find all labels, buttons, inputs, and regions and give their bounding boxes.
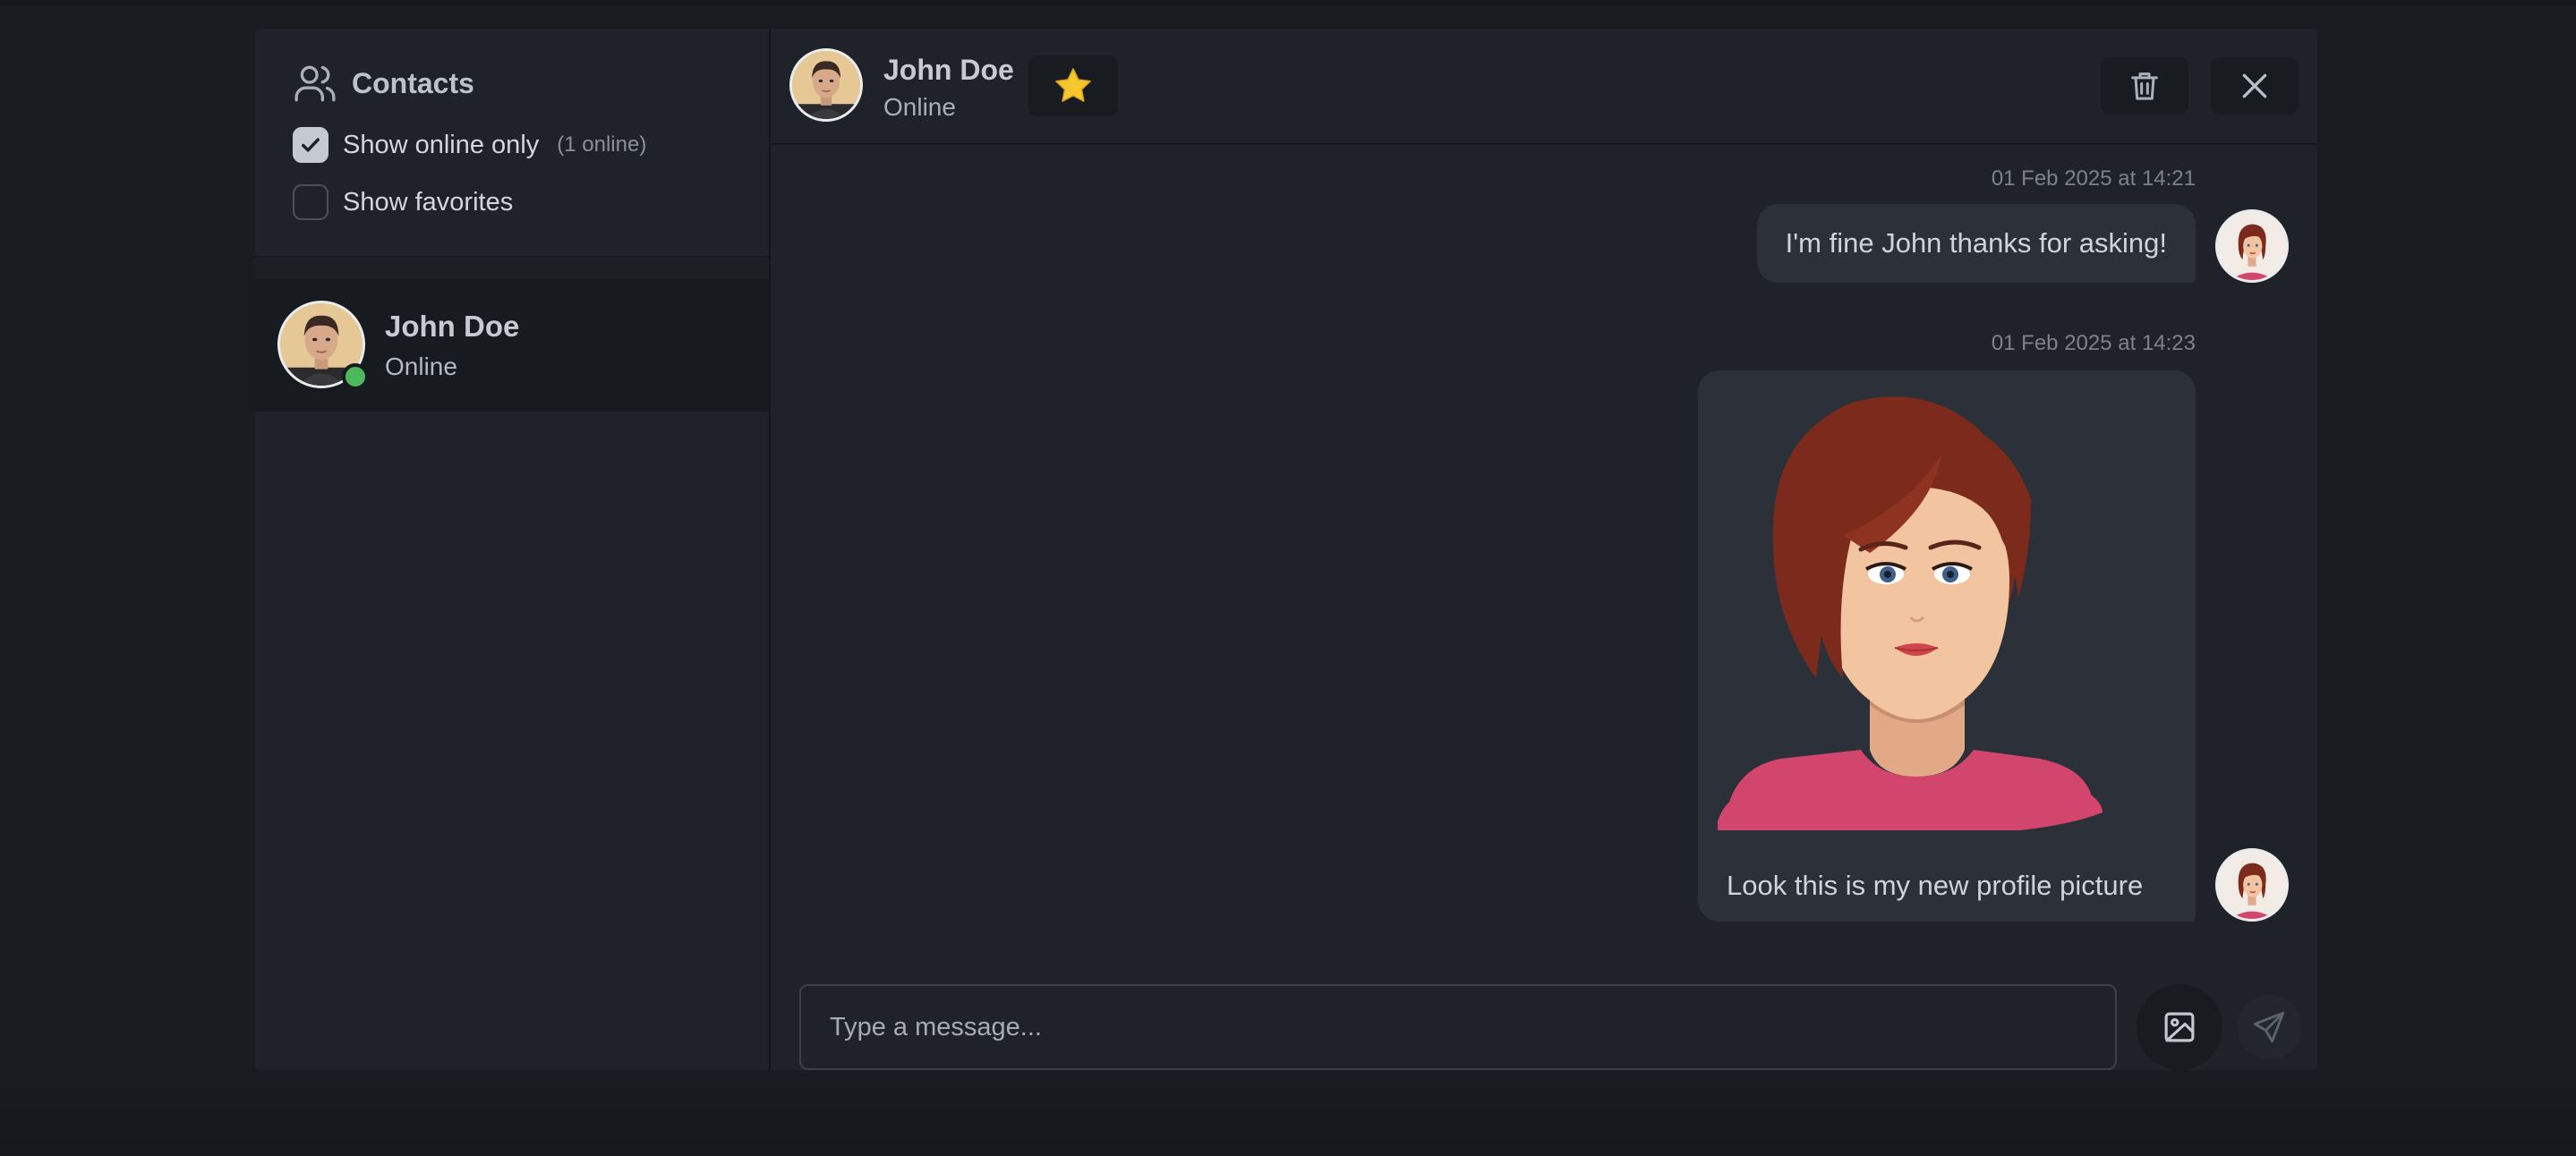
checkmark-icon — [302, 138, 320, 152]
image-icon — [2164, 1012, 2195, 1042]
contacts-title-text: Contacts — [352, 66, 474, 99]
chat-header-avatar — [789, 48, 863, 122]
chat-contact-status: Online — [883, 93, 956, 121]
contacts-header: Contacts Show online only (1 online) Sho… — [255, 29, 769, 258]
delete-chat-button[interactable] — [2101, 57, 2188, 115]
chat-app-window: Contacts Show online only (1 online) Sho… — [255, 29, 2317, 1070]
message-text: I'm fine John thanks for asking! — [1785, 227, 2167, 259]
attach-image-button[interactable] — [2137, 984, 2222, 1070]
message-input[interactable] — [799, 984, 2117, 1070]
online-count: (1 online) — [557, 132, 647, 157]
online-indicator — [342, 363, 369, 390]
star-icon — [1055, 68, 1091, 102]
sender-avatar — [2215, 209, 2289, 283]
show-online-only-checkbox[interactable] — [293, 127, 328, 163]
favorite-button[interactable] — [1028, 55, 1118, 116]
message-text: Look this is my new profile picture — [1727, 870, 2144, 901]
show-favorites-toggle[interactable]: Show favorites — [293, 184, 513, 220]
show-online-only-label: Show online only — [343, 130, 540, 159]
contact-avatar — [277, 301, 369, 390]
send-icon — [2253, 1011, 2285, 1043]
chat-panel: John Doe Online 01 Feb 2025 at 14:21 I'm… — [771, 29, 2317, 1070]
close-icon — [2242, 73, 2267, 98]
message-list[interactable]: 01 Feb 2025 at 14:21 I'm fine John thank… — [771, 147, 2317, 952]
contacts-title: Contacts — [293, 61, 474, 106]
contact-item-john-doe[interactable]: John Doe Online — [255, 279, 769, 412]
sidebar-divider — [255, 259, 769, 279]
message-bubble: I'm fine John thanks for asking! — [1756, 204, 2196, 283]
trash-icon — [2131, 72, 2158, 100]
backdrop — [0, 0, 2576, 5]
contact-name: John Doe — [385, 310, 520, 343]
users-icon — [294, 65, 336, 102]
close-chat-button[interactable] — [2211, 57, 2299, 115]
show-online-only-toggle[interactable]: Show online only (1 online) — [293, 127, 646, 163]
chat-contact-name: John Doe — [883, 54, 1014, 86]
show-favorites-checkbox[interactable] — [293, 184, 328, 220]
message-timestamp: 01 Feb 2025 at 14:23 — [1991, 331, 2196, 355]
contact-status: Online — [385, 353, 457, 380]
show-favorites-label: Show favorites — [343, 187, 514, 217]
message-composer — [771, 952, 2317, 1070]
chat-header: John Doe Online — [771, 29, 2317, 145]
sender-avatar — [2215, 848, 2289, 922]
message-timestamp: 01 Feb 2025 at 14:21 — [1991, 166, 2196, 191]
backdrop-bottom — [0, 1070, 2576, 1156]
image-message-bubble: Look this is my new profile picture — [1698, 370, 2196, 922]
contacts-sidebar: Contacts Show online only (1 online) Sho… — [255, 29, 771, 1070]
send-button[interactable] — [2237, 995, 2301, 1059]
profile-picture-attachment[interactable] — [1718, 383, 2176, 837]
